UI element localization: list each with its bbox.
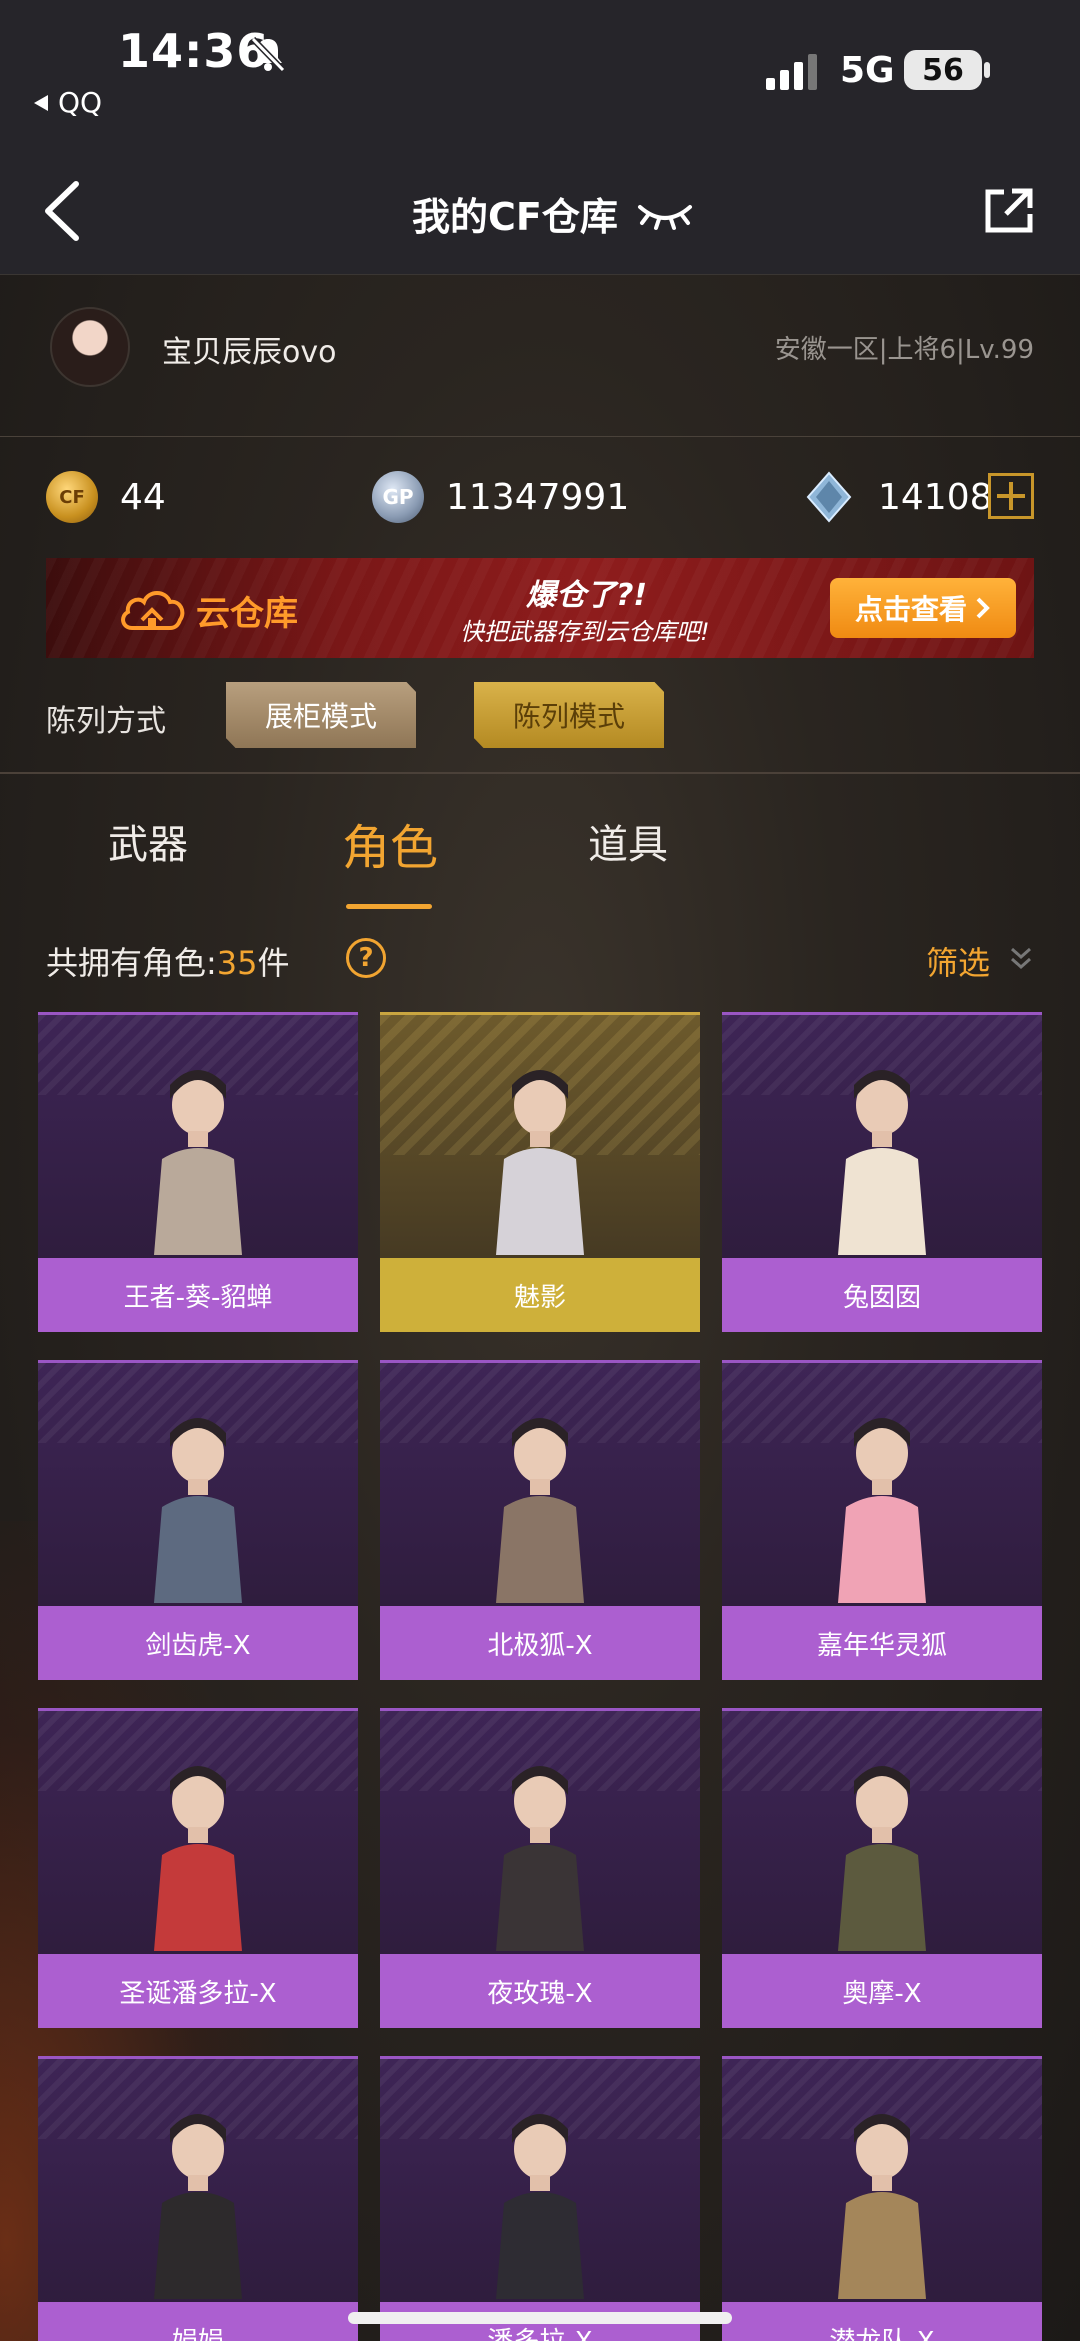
battery-level: 56: [922, 52, 964, 88]
status-bar: 14:36 QQ 5G 56: [0, 0, 1080, 150]
avatar[interactable]: [50, 307, 130, 387]
tab-items[interactable]: 道具: [588, 812, 668, 870]
display-mode-label: 陈列方式: [46, 704, 166, 739]
banner-subtext: 快把武器存到云仓库吧!: [460, 618, 710, 646]
hide-eye-icon[interactable]: [636, 197, 694, 231]
tab-roles[interactable]: 角色: [342, 808, 438, 878]
character-card[interactable]: 奥摩-X: [722, 1708, 1042, 2028]
banner-headline: 爆仓了?!: [526, 578, 648, 613]
page-title: 我的CF仓库: [412, 195, 618, 239]
diamond-icon: [806, 471, 852, 523]
back-arrow-icon[interactable]: [38, 178, 88, 244]
back-to-app[interactable]: QQ: [32, 86, 102, 119]
gp-value: 11347991: [446, 477, 630, 518]
cabinet-mode-button[interactable]: 展柜模式: [226, 682, 416, 748]
view-now-label: 点击查看: [854, 593, 967, 626]
back-app-label: QQ: [58, 86, 103, 119]
currency-row: CF 44 GP 11347991 14108: [0, 437, 1080, 557]
diamond-value: 14108: [878, 477, 993, 518]
character-card[interactable]: 娟娟: [38, 2056, 358, 2341]
gp-coin-icon: GP: [372, 471, 424, 523]
character-figure: [838, 1418, 926, 1603]
share-icon[interactable]: [982, 186, 1036, 236]
help-icon[interactable]: ?: [346, 938, 386, 978]
character-card[interactable]: 魅影: [380, 1012, 700, 1332]
owned-count: 35: [216, 944, 258, 982]
navigation-bar: 我的CF仓库: [0, 150, 1080, 275]
character-figure: [838, 1766, 926, 1951]
character-figure: [838, 2114, 926, 2299]
character-name: 王者-葵-貂蝉: [38, 1258, 358, 1332]
character-figure: [154, 1766, 242, 1951]
profile-row: 宝贝辰辰ovo 安徽一区|上将6|Lv.99: [0, 275, 1080, 437]
character-card[interactable]: 北极狐-X: [380, 1360, 700, 1680]
character-card[interactable]: 王者-葵-貂蝉: [38, 1012, 358, 1332]
character-card[interactable]: 剑齿虎-X: [38, 1360, 358, 1680]
network-type: 5G: [840, 50, 895, 91]
section-divider: [0, 772, 1080, 774]
character-card[interactable]: 潜龙队-X: [722, 2056, 1042, 2341]
character-card[interactable]: 嘉年华灵狐: [722, 1360, 1042, 1680]
character-name: 夜玫瑰-X: [380, 1954, 700, 2028]
home-indicator[interactable]: [348, 2312, 732, 2324]
app-root: 14:36 QQ 5G 56 我的CF仓库 宝贝辰辰ovo 安徽一区|上将6|L…: [0, 0, 1080, 2341]
character-name: 圣诞潘多拉-X: [38, 1954, 358, 2028]
owned-unit: 件: [257, 944, 290, 982]
character-name: 潜龙队-X: [722, 2302, 1042, 2341]
character-name: 奥摩-X: [722, 1954, 1042, 2028]
bell-muted-icon: [250, 36, 286, 73]
list-mode-button[interactable]: 陈列模式: [474, 682, 664, 748]
character-name: 娟娟: [38, 2302, 358, 2341]
gp-coin-icon-label: GP: [382, 485, 414, 509]
character-figure: [496, 1418, 584, 1603]
character-name: 兔囡囡: [722, 1258, 1042, 1332]
owned-prefix: 共拥有角色:: [46, 944, 217, 982]
status-time: 14:36: [118, 24, 270, 78]
owned-count-label: 共拥有角色:35件: [46, 938, 290, 984]
character-figure: [154, 1418, 242, 1603]
character-card[interactable]: 夜玫瑰-X: [380, 1708, 700, 2028]
view-now-button[interactable]: 点击查看: [830, 578, 1016, 638]
character-figure: [154, 1070, 242, 1255]
cloud-storage-label: 云仓库: [196, 594, 298, 634]
character-name: 北极狐-X: [380, 1606, 700, 1680]
character-figure: [154, 2114, 242, 2299]
character-figure: [496, 2114, 584, 2299]
tab-weapons[interactable]: 武器: [108, 812, 188, 870]
signal-icon: [766, 54, 817, 90]
chevron-right-icon: [976, 597, 990, 619]
cf-coin-icon: CF: [46, 471, 98, 523]
server-rank-level: 安徽一区|上将6|Lv.99: [774, 335, 1034, 365]
double-chevron-down-icon[interactable]: [1006, 944, 1036, 974]
character-card[interactable]: 兔囡囡: [722, 1012, 1042, 1332]
recharge-plus-button[interactable]: [988, 473, 1034, 519]
back-triangle-icon: [34, 94, 48, 111]
cf-coin-value: 44: [120, 477, 166, 518]
character-name: 魅影: [380, 1258, 700, 1332]
character-figure: [838, 1070, 926, 1255]
active-tab-indicator: [346, 904, 432, 909]
character-card[interactable]: 圣诞潘多拉-X: [38, 1708, 358, 2028]
filter-button[interactable]: 筛选: [926, 938, 990, 984]
character-name: 嘉年华灵狐: [722, 1606, 1042, 1680]
cloud-house-icon: [121, 591, 185, 630]
title-group: 我的CF仓库: [412, 186, 694, 241]
character-grid: 王者-葵-貂蝉 魅影 兔囡囡剑齿虎-X 北极狐-X 嘉年华灵狐圣诞潘多拉-X 夜玫瑰-X 奥…: [38, 1012, 1042, 2341]
battery-tip: [984, 62, 990, 78]
username: 宝贝辰辰ovo: [162, 335, 337, 370]
help-icon-glyph: ?: [358, 943, 374, 973]
character-figure: [496, 1766, 584, 1951]
cloud-storage-banner[interactable]: 云仓库 爆仓了?! 快把武器存到云仓库吧! 点击查看: [46, 558, 1034, 658]
character-name: 剑齿虎-X: [38, 1606, 358, 1680]
cf-coin-icon-label: CF: [59, 486, 85, 508]
character-figure: [496, 1070, 584, 1255]
battery-indicator: 56: [904, 50, 982, 90]
character-card[interactable]: 潘多拉-X: [380, 2056, 700, 2341]
